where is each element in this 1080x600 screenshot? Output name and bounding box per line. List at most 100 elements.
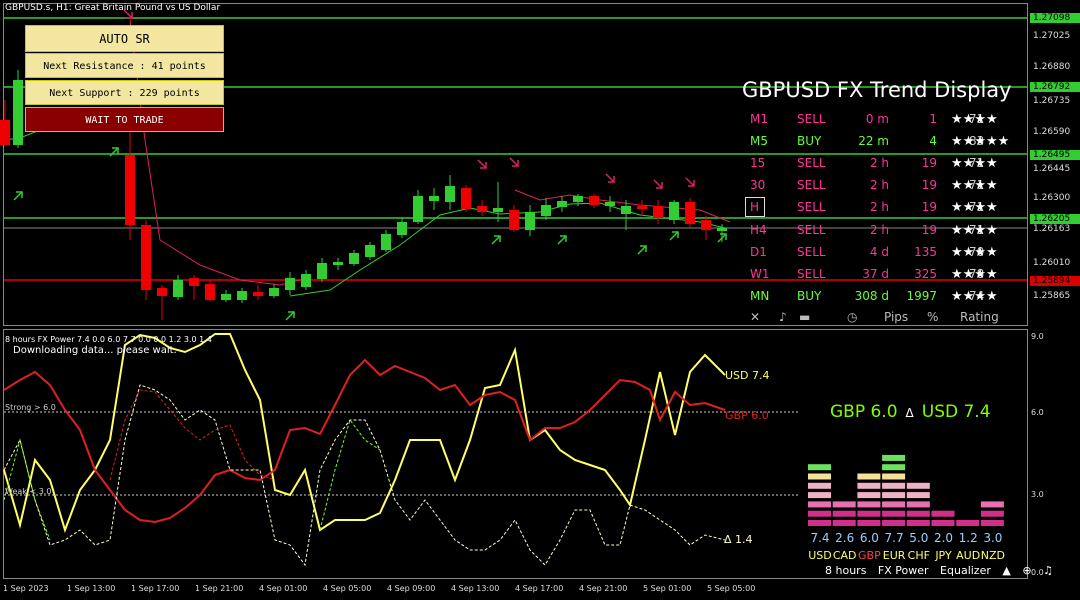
usd-series-label: USD 7.4 <box>725 369 770 382</box>
equalizer-currency[interactable]: USD <box>807 549 833 562</box>
trend-table-footer: ✕ ♪ ▬ ◷ Pips % Rating <box>747 310 1027 332</box>
chart-toggle-icon[interactable]: ▬ <box>799 310 810 324</box>
time-label: 4 Sep 13:00 <box>451 584 500 593</box>
trend-pips: 19 <box>921 200 937 214</box>
trend-stars: ★★★★ <box>951 267 998 282</box>
equalizer-segment <box>980 510 1004 517</box>
equalizer-currency[interactable]: CAD <box>832 549 858 562</box>
period-label[interactable]: 8 hours <box>825 564 866 577</box>
trend-row-m5[interactable]: M5 BUY 22 m 4 83 ★★★★★ <box>747 134 1027 156</box>
price-label: 1.26205 <box>1030 214 1080 224</box>
equalizer-segment <box>931 520 955 526</box>
clock-icon: ◷ <box>847 310 858 324</box>
download-status: Downloading data... please wait. <box>13 345 177 356</box>
trend-row-m1[interactable]: M1 SELL 0 m 1 71 ★★★★ <box>747 112 1027 134</box>
sound-icon[interactable]: ♪ <box>779 310 787 324</box>
trend-tf: 15 <box>750 156 766 170</box>
equalizer-segment <box>882 501 906 508</box>
trend-pips: 135 <box>914 245 937 259</box>
equalizer-segment <box>808 464 831 471</box>
trend-pips: 1997 <box>906 289 937 303</box>
trend-stars: ★★★★ <box>951 178 998 193</box>
close-icon[interactable]: ✕ <box>750 310 760 324</box>
pin-icon[interactable]: ▲ <box>1002 564 1010 577</box>
time-label: 4 Sep 17:00 <box>515 584 564 593</box>
equalizer-currency[interactable]: AUD <box>955 549 981 562</box>
trend-time: 37 d <box>862 267 889 281</box>
time-label: 4 Sep 09:00 <box>387 584 436 593</box>
trend-display-title: GBPUSD FX Trend Display <box>742 78 1012 102</box>
price-label: 1.26495 <box>1030 150 1080 160</box>
equalizer-segment <box>857 473 881 480</box>
equalizer-value: 1.2 <box>958 531 978 545</box>
price-label: 1.26300 <box>1033 193 1071 203</box>
equalizer-currency[interactable]: GBP <box>856 549 882 562</box>
auto-sr-title[interactable]: AUTO SR <box>25 25 224 52</box>
trend-tf: M5 <box>750 134 768 148</box>
equalizer-value: 6.0 <box>859 531 879 545</box>
equalizer-segment <box>931 510 955 517</box>
equalizer-segment <box>906 492 930 499</box>
equalizer-segment <box>956 520 980 526</box>
price-label: 1.26010 <box>1033 258 1071 268</box>
equalizer-segment <box>857 520 881 526</box>
equalizer-value: 7.4 <box>810 531 830 545</box>
trend-dir: SELL <box>797 178 826 192</box>
price-label: 1.26590 <box>1033 127 1071 137</box>
next-resistance-label: Next Resistance : 41 points <box>25 53 224 78</box>
delta-icon: Δ <box>905 406 914 420</box>
trend-stars: ★★★★ <box>951 200 998 215</box>
equalizer-value: 2.6 <box>835 531 855 545</box>
equalizer-currency[interactable]: JPY <box>931 549 957 562</box>
trend-row-30[interactable]: 30 SELL 2 h 19 71 ★★★★ <box>747 178 1027 200</box>
time-label: 4 Sep 01:00 <box>259 584 308 593</box>
ind-axis-6: 6.0 <box>1031 408 1044 417</box>
trend-dir: BUY <box>797 134 822 148</box>
green-dashed-line-2 <box>319 418 381 531</box>
price-label: 1.27098 <box>1030 13 1080 23</box>
trend-row-w1[interactable]: W1 SELL 37 d 325 78 ★★★★ <box>747 267 1027 289</box>
equalizer-segment <box>857 510 881 517</box>
rating-header: Rating <box>960 310 999 324</box>
mode-label[interactable]: Equalizer <box>940 564 991 577</box>
time-label: 4 Sep 21:00 <box>579 584 628 593</box>
trend-pips: 19 <box>921 156 937 170</box>
equalizer-segment <box>832 510 856 517</box>
equalizer-currency[interactable]: EUR <box>881 549 907 562</box>
equalizer-value: 7.7 <box>884 531 904 545</box>
crosshair-icon[interactable]: ⊕ <box>1022 564 1031 577</box>
trend-stars: ★★★★ <box>951 245 998 260</box>
equalizer-segment <box>808 492 831 499</box>
trend-dir: SELL <box>797 245 826 259</box>
trend-pips: 19 <box>921 178 937 192</box>
equalizer-segment <box>980 501 1004 508</box>
time-label: 1 Sep 13:00 <box>67 584 116 593</box>
trend-row-15[interactable]: 15 SELL 2 h 19 71 ★★★★ <box>747 156 1027 178</box>
gbp-series-label: GBP 6.0 <box>725 409 769 422</box>
trend-row-mn[interactable]: MN BUY 308 d 1997 74 ★★★★ <box>747 289 1027 311</box>
trend-stars: ★★★★ <box>951 223 998 238</box>
equalizer-segment <box>832 501 856 508</box>
equalizer-segment <box>882 482 906 489</box>
equalizer-currency[interactable]: CHF <box>906 549 932 562</box>
equalizer-currency[interactable]: NZD <box>980 549 1006 562</box>
wait-to-trade-button[interactable]: WAIT TO TRADE <box>25 107 224 132</box>
equalizer-segment <box>832 520 856 526</box>
equalizer-segment <box>882 464 906 471</box>
time-label: 4 Sep 05:00 <box>323 584 372 593</box>
equalizer-segment <box>980 520 1004 526</box>
time-label: 5 Sep 05:00 <box>707 584 756 593</box>
trend-row-h[interactable]: H SELL 2 h 19 71 ★★★★ <box>747 200 1027 222</box>
equalizer-segment <box>906 520 930 526</box>
equalizer-bars <box>808 454 1004 526</box>
trend-row-h4[interactable]: H4 SELL 2 h 19 71 ★★★★ <box>747 223 1027 245</box>
trend-time: 0 m <box>865 112 889 126</box>
equalizer-segment <box>808 501 831 508</box>
equalizer-segment <box>808 520 831 526</box>
trend-row-d1[interactable]: D1 SELL 4 d 135 70 ★★★★ <box>747 245 1027 267</box>
music-icon[interactable]: ♫ <box>1043 564 1053 577</box>
weak-label: Weak < 3.0 <box>5 487 52 496</box>
equalizer-segment <box>808 482 831 489</box>
trend-tf: M1 <box>750 112 768 126</box>
trend-time: 2 h <box>869 223 889 237</box>
